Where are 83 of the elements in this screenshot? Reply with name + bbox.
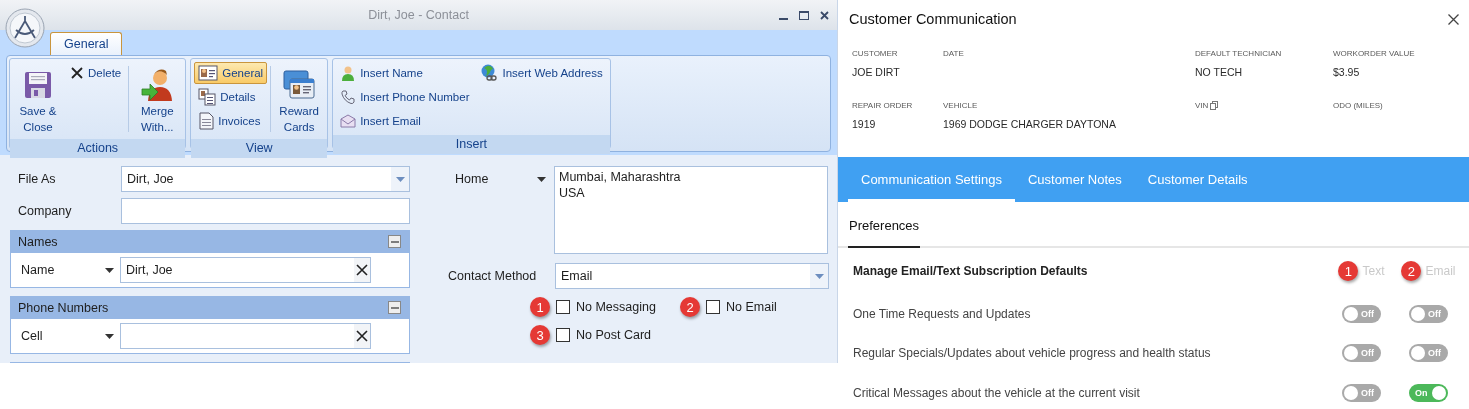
maximize-icon[interactable] [799, 10, 809, 20]
ribbon-button[interactable]: Insert Web Address [476, 62, 607, 84]
documents-icon [198, 88, 217, 106]
preference-label: One Time Requests and Updates [853, 306, 1032, 321]
info-label: CUSTOMER [852, 49, 898, 58]
panel-title: Customer Communication [849, 11, 1017, 27]
delete-icon [70, 66, 84, 80]
field-label: Contact Method [447, 269, 538, 283]
info-value: 1919 [852, 118, 877, 130]
ribbon-button[interactable]: General [194, 62, 268, 84]
checkbox-label: No Email [726, 300, 777, 314]
close-icon[interactable] [1448, 13, 1459, 25]
field-label: File As [17, 172, 57, 186]
collapse-button[interactable] [388, 301, 401, 314]
field-type-label: Cell [21, 329, 43, 343]
address-field[interactable]: Mumbai, Maharashtra USA [554, 166, 828, 254]
ribbon-button[interactable]: Insert Email [336, 110, 474, 132]
group-label: View [191, 139, 328, 158]
clear-icon[interactable] [354, 324, 370, 348]
info-label: REPAIR ORDER [852, 101, 913, 110]
person-arrow-icon [140, 68, 175, 102]
checkbox-label: No Post Card [576, 328, 652, 342]
checkbox[interactable] [556, 328, 570, 342]
preference-label: Critical Messages about the vehicle at the current visit [853, 385, 1141, 400]
section-title: Phone Numbers [18, 300, 109, 315]
clear-icon[interactable] [354, 258, 370, 282]
window-title: Dirt, Joe - Contact [368, 8, 469, 22]
preference-label: Regular Specials/Updates about vehicle progress and health status [853, 346, 1212, 361]
envelope-icon [340, 114, 357, 128]
ribbon-button[interactable]: Insert Phone Number [336, 86, 474, 108]
dropdown-arrow-icon[interactable] [395, 176, 405, 182]
cards-icon [282, 69, 317, 101]
number-badge: 1 [530, 297, 550, 317]
number-badge: 2 [680, 297, 700, 317]
number-badge: 3 [530, 325, 550, 345]
number-badge: 2 [1401, 261, 1422, 281]
field-label: Company [17, 204, 73, 218]
number-badge: 1 [1338, 261, 1359, 281]
field-type-label: Home [455, 172, 489, 186]
tab[interactable]: Preferences [848, 202, 921, 248]
globe-icon [480, 64, 499, 82]
info-label: DATE [943, 49, 964, 58]
group-label: Actions [10, 139, 186, 158]
info-label: ODO (MILES) [1333, 101, 1383, 110]
info-label: VIN [1195, 101, 1209, 110]
phone-icon [340, 89, 357, 105]
ribbon-button[interactable]: Details [194, 86, 268, 108]
checkbox-label: No Messaging [576, 300, 656, 314]
section-title: Names [18, 234, 58, 249]
info-value: JOE DIRT [852, 66, 901, 78]
contact-card-icon [198, 65, 219, 81]
ribbon-button[interactable]: Delete [66, 62, 126, 84]
collapse-button[interactable] [388, 235, 401, 248]
group-label: Insert [333, 135, 610, 154]
ribbon-button[interactable]: Insert Name [336, 62, 474, 84]
dropdown-field[interactable]: Email [555, 263, 829, 289]
info-value: NO TECH [1195, 66, 1244, 78]
caret-icon[interactable] [537, 176, 546, 182]
copy-icon[interactable] [1210, 101, 1219, 110]
person-icon [340, 65, 357, 81]
ribbon-button[interactable]: Invoices [194, 110, 268, 132]
dropdown-field[interactable]: Dirt, Joe [121, 166, 410, 192]
ribbon-button[interactable]: Merge With... [132, 62, 183, 136]
checkbox[interactable] [706, 300, 720, 314]
document-icon [198, 112, 215, 130]
text-field[interactable]: Dirt, Joe [120, 257, 371, 283]
close-icon[interactable] [820, 10, 829, 20]
field-type-label: Name [21, 263, 55, 277]
info-label: DEFAULT TECHNICIAN [1195, 49, 1282, 58]
text-field[interactable] [121, 198, 410, 224]
section-heading: Manage Email/Text Subscription Defaults [853, 264, 1089, 278]
text-field[interactable] [120, 323, 371, 349]
info-value: 1969 DODGE CHARGER DAYTONA [943, 118, 1117, 130]
caret-icon[interactable] [105, 267, 114, 273]
dropdown-arrow-icon[interactable] [814, 273, 824, 279]
ribbon-button[interactable]: Save & Close [13, 62, 63, 136]
info-label: VEHICLE [943, 101, 978, 110]
info-value: $3.95 [1333, 66, 1361, 78]
caret-icon[interactable] [105, 333, 114, 339]
ribbon-tab[interactable]: General [50, 32, 123, 55]
ribbon-button[interactable]: Reward Cards [274, 62, 325, 136]
checkbox[interactable] [556, 300, 570, 314]
info-label: WORKORDER VALUE [1333, 49, 1415, 58]
